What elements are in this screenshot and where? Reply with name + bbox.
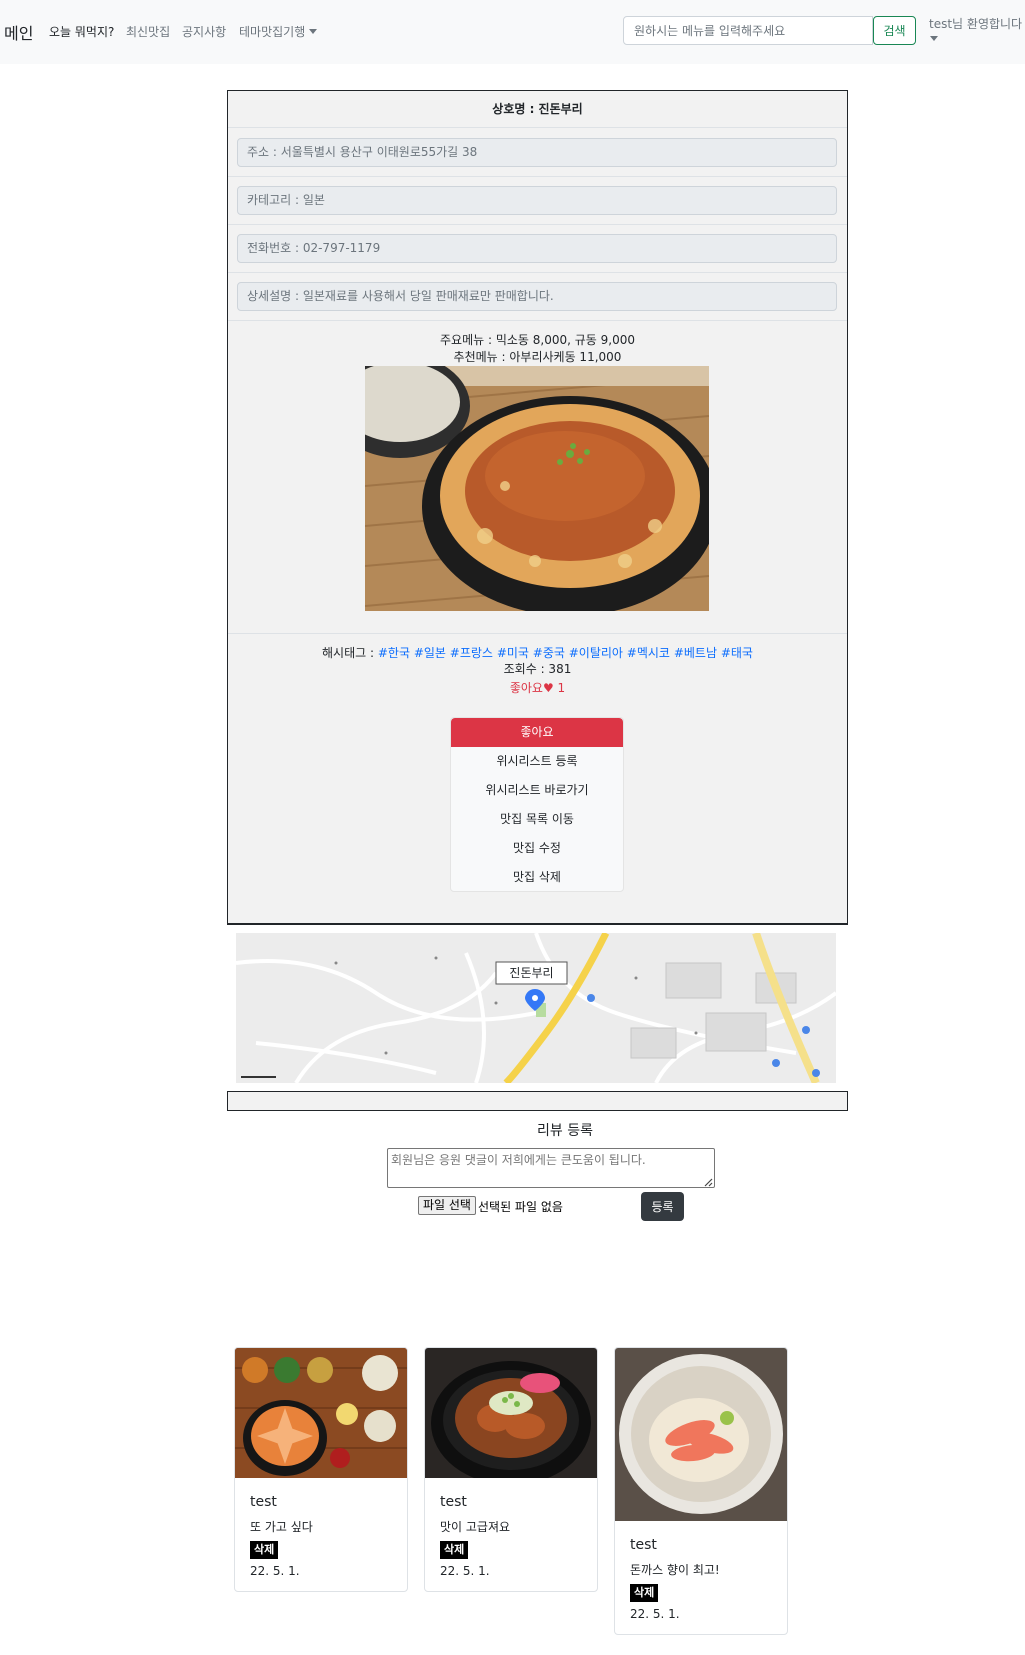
resize-grip-icon[interactable] (703, 1176, 713, 1187)
review-photo (425, 1348, 597, 1485)
search-input[interactable] (623, 16, 873, 45)
nav-link-today[interactable]: 오늘 뭐먹지? (49, 23, 114, 40)
delete-restaurant-button[interactable]: 맛집 삭제 (451, 863, 623, 891)
description-field: 상세설명 : 일본재료를 사용해서 당일 판매재료만 판매합니다. (237, 282, 837, 311)
hashtag-link[interactable]: #이탈리아 (569, 646, 623, 660)
review-delete-button[interactable]: 삭제 (250, 1541, 279, 1559)
review-delete-button[interactable]: 삭제 (440, 1541, 469, 1559)
review-card: test 맛이 고급져요 삭제 22. 5. 1. (424, 1347, 598, 1592)
nav-dropdown-theme[interactable]: 테마맛집기행 (239, 23, 318, 40)
user-welcome-dropdown[interactable]: test님 환영합니다 (929, 15, 1022, 32)
review-card-body: test 맛이 고급져요 삭제 22. 5. 1. (425, 1478, 597, 1591)
review-delete-button[interactable]: 삭제 (630, 1584, 659, 1602)
category-row: 카테고리 : 일본 (228, 177, 847, 225)
menu-section: 주요메뉴 : 믹소동 8,000, 규동 9,000 추천메뉴 : 아부리사케동… (228, 321, 847, 634)
recommended-menu-text: 추천메뉴 : 아부리사케동 11,000 (453, 350, 622, 364)
wishlist-add-button[interactable]: 위시리스트 등록 (451, 747, 623, 776)
search-button[interactable]: 검색 (873, 16, 916, 45)
like-button[interactable]: 좋아요 (451, 718, 623, 747)
nav-link-notice[interactable]: 공지사항 (182, 23, 226, 40)
review-form-title: 리뷰 등록 (537, 1123, 593, 1139)
like-count: 좋아요♥ 1 (509, 681, 566, 695)
review-textarea[interactable] (387, 1148, 715, 1188)
hashtag-link[interactable]: #태국 (721, 646, 753, 660)
edit-restaurant-button[interactable]: 맛집 수정 (451, 834, 623, 863)
file-status-text: 선택된 파일 없음 (478, 1200, 563, 1214)
main-menu-text: 주요메뉴 : 믹소동 8,000, 규동 9,000 (440, 333, 635, 347)
hashtag-link[interactable]: #중국 (533, 646, 565, 660)
review-submit-button[interactable]: 등록 (641, 1192, 684, 1221)
description-row: 상세설명 : 일본재료를 사용해서 당일 판매재료만 판매합니다. (228, 273, 847, 321)
review-card-body: test 또 가고 싶다 삭제 22. 5. 1. (235, 1478, 407, 1591)
phone-row: 전화번호 : 02-797-1179 (228, 225, 847, 273)
hashtag-link[interactable]: #베트남 (674, 646, 717, 660)
review-photo (235, 1348, 407, 1478)
caret-down-icon (930, 36, 938, 41)
review-text: 맛이 고급져요 (440, 1520, 511, 1534)
address-field: 주소 : 서울특별시 용산구 이태원로55가길 38 (237, 138, 837, 167)
tags-section: 해시태그 : #한국 #일본 #프랑스 #미국 #중국 #이탈리아 #멕시코 #… (228, 634, 847, 924)
restaurant-name: 상호명 : 진돈부리 (228, 91, 847, 128)
review-author: test (440, 1494, 467, 1510)
review-photo (615, 1348, 787, 1521)
review-date: 22. 5. 1. (440, 1564, 490, 1578)
hashtag-link[interactable]: #한국 (378, 646, 410, 660)
category-field: 카테고리 : 일본 (237, 186, 837, 215)
review-text: 돈까스 향이 최고! (630, 1563, 720, 1577)
hashtag-link[interactable]: #미국 (497, 646, 529, 660)
map-section: 진돈부리 (227, 923, 848, 1092)
action-list: 좋아요 위시리스트 등록 위시리스트 바로가기 맛집 목록 이동 맛집 수정 맛… (450, 717, 624, 892)
food-photo (365, 366, 709, 611)
nav-dropdown-theme-label: 테마맛집기행 (239, 25, 306, 39)
view-count: 조회수 : 381 (503, 662, 572, 676)
hashtag-link[interactable]: #멕시코 (627, 646, 670, 660)
address-row: 주소 : 서울특별시 용산구 이태원로55가길 38 (228, 129, 847, 177)
wishlist-go-button[interactable]: 위시리스트 바로가기 (451, 776, 623, 805)
nav-brand-main[interactable]: 메인 (4, 20, 33, 44)
hashtag-label: 해시태그 : (322, 646, 378, 660)
caret-down-icon (309, 29, 318, 34)
restaurant-list-button[interactable]: 맛집 목록 이동 (451, 805, 623, 834)
review-card: test 돈까스 향이 최고! 삭제 22. 5. 1. (614, 1347, 788, 1635)
review-author: test (630, 1537, 657, 1553)
review-date: 22. 5. 1. (250, 1564, 300, 1578)
top-navbar: 메인 오늘 뭐먹지? 최신맛집 공지사항 테마맛집기행 검색 test님 환영합… (0, 0, 1025, 64)
file-select-button[interactable]: 파일 선택 (418, 1196, 476, 1215)
map-marker-label: 진돈부리 (509, 966, 554, 980)
kakao-map[interactable]: 진돈부리 (236, 933, 836, 1083)
review-text: 또 가고 싶다 (250, 1520, 313, 1534)
review-card: test 또 가고 싶다 삭제 22. 5. 1. (234, 1347, 408, 1592)
nav-link-latest[interactable]: 최신맛집 (126, 23, 170, 40)
hashtag-link[interactable]: #프랑스 (450, 646, 493, 660)
phone-field: 전화번호 : 02-797-1179 (237, 234, 837, 263)
hashtag-link[interactable]: #일본 (414, 646, 446, 660)
restaurant-detail-card: 상호명 : 진돈부리 주소 : 서울특별시 용산구 이태원로55가길 38 카테… (227, 90, 848, 1111)
review-author: test (250, 1494, 277, 1510)
review-card-body: test 돈까스 향이 최고! 삭제 22. 5. 1. (615, 1521, 787, 1634)
review-date: 22. 5. 1. (630, 1607, 680, 1621)
